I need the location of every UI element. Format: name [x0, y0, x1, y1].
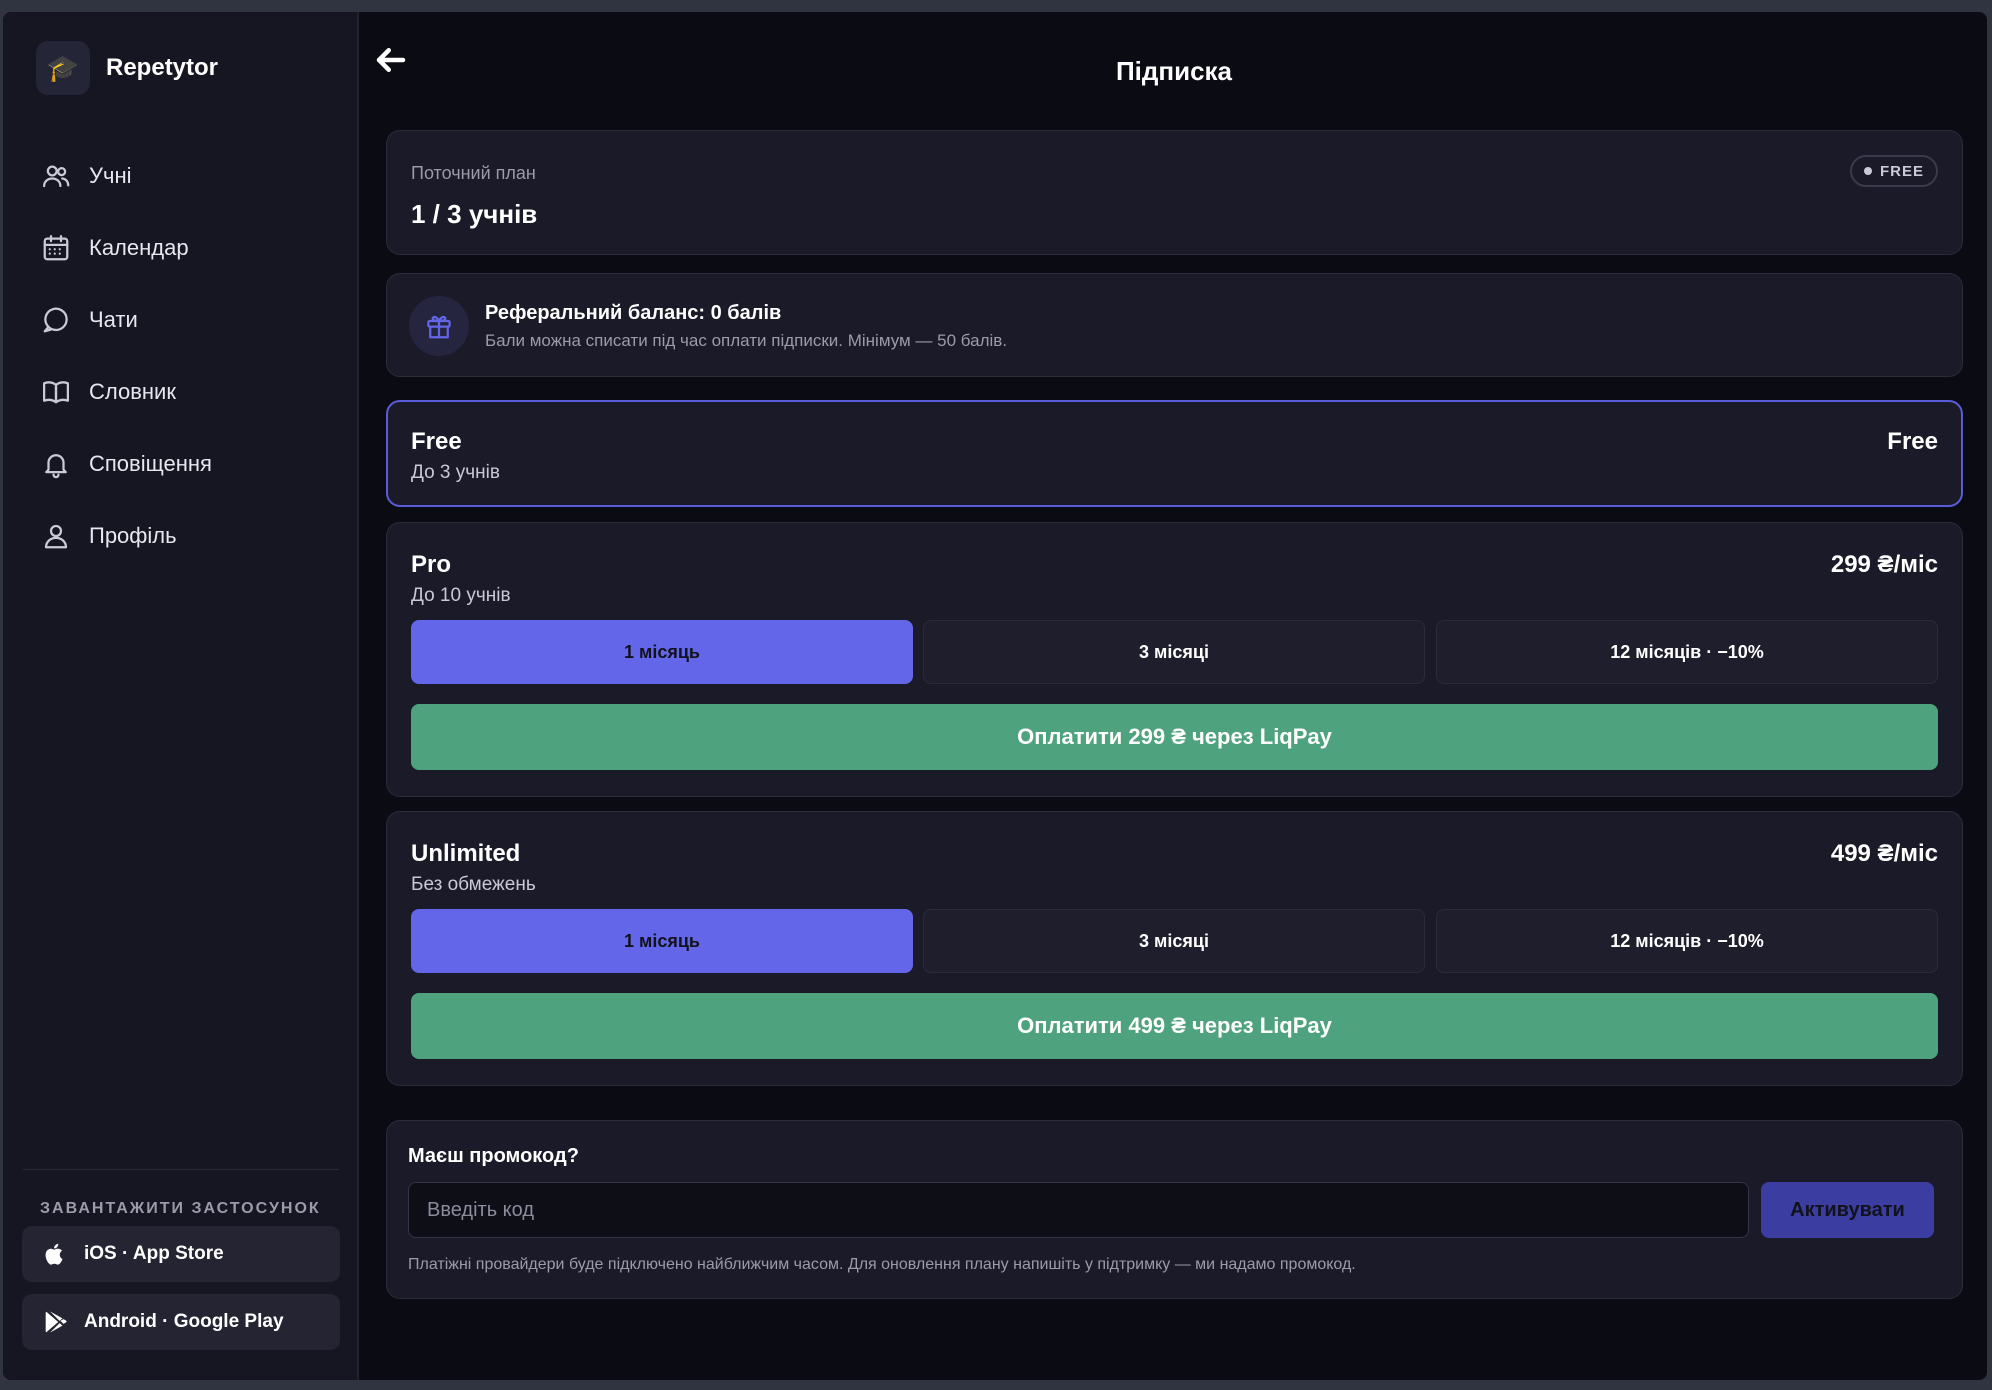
book-icon — [43, 381, 69, 404]
sidebar-nav: Учні Календар Чати Словник Сповіщення Пр… — [3, 140, 357, 572]
sidebar-item-students[interactable]: Учні — [3, 140, 357, 212]
status-dot-icon — [1863, 167, 1872, 175]
current-plan-card: Поточний план 1 / 3 учнів FREE — [386, 130, 1963, 255]
pay-pro-button[interactable]: Оплатити 299 ₴ через LiqPay — [411, 704, 1938, 770]
sidebar-item-dictionary[interactable]: Словник — [3, 356, 357, 428]
graduation-cap-icon: 🎓 — [36, 41, 90, 95]
promo-code-input[interactable] — [408, 1182, 1749, 1238]
calendar-icon — [43, 235, 69, 261]
user-icon — [44, 524, 68, 549]
period-option-1-month[interactable]: 1 місяць — [411, 620, 913, 684]
android-google-play-button[interactable]: Android · Google Play — [22, 1294, 340, 1350]
app-window: 🎓 Repetytor Учні Календар Чати Словник С… — [3, 12, 1987, 1380]
referral-card: Реферальний баланс: 0 балів Бали можна с… — [386, 273, 1963, 377]
brand[interactable]: 🎓 Repetytor — [36, 41, 218, 95]
activate-promo-button[interactable]: Активувати — [1761, 1182, 1934, 1238]
sidebar-item-label: Словник — [89, 379, 176, 404]
promo-note: Платіжні провайдери буде підключено найб… — [408, 1256, 1356, 1273]
current-plan-label: Поточний план — [411, 163, 536, 183]
sidebar-item-chats[interactable]: Чати — [3, 284, 357, 356]
plan-card-pro: Pro До 10 учнів 299 ₴/міс 1 місяць 3 міс… — [386, 522, 1963, 797]
sidebar-item-label: Сповіщення — [89, 451, 212, 476]
chat-icon — [43, 307, 68, 333]
sidebar-item-label: Календар — [89, 235, 189, 260]
app-name: Repetytor — [106, 54, 219, 81]
sidebar-item-label: Учні — [89, 163, 132, 188]
period-option-3-months[interactable]: 3 місяці — [923, 909, 1425, 973]
plan-subtitle: Без обмежень — [411, 874, 536, 895]
plan-status-text: FREE — [1879, 162, 1924, 180]
sidebar-item-profile[interactable]: Профіль — [3, 500, 357, 572]
plan-price: Free — [1887, 428, 1938, 455]
gift-icon — [427, 315, 451, 339]
plan-name: Pro — [411, 551, 452, 578]
promo-title: Маєш промокод? — [408, 1145, 579, 1167]
period-option-1-month[interactable]: 1 місяць — [411, 909, 913, 973]
sidebar-item-calendar[interactable]: Календар — [3, 212, 357, 284]
current-plan-value: 1 / 3 учнів — [411, 199, 538, 229]
plan-card-free[interactable]: Free До 3 учнів Free — [386, 400, 1963, 507]
android-store-label: Android · Google Play — [84, 1311, 284, 1332]
sidebar-item-label: Профіль — [89, 523, 177, 548]
plan-name: Free — [411, 428, 462, 455]
plan-price: 499 ₴/міс — [1830, 840, 1938, 867]
users-icon — [43, 165, 70, 188]
sidebar-item-notifications[interactable]: Сповіщення — [3, 428, 357, 500]
plan-subtitle: До 10 учнів — [411, 585, 511, 606]
referral-balance: Реферальний баланс: 0 балів — [485, 302, 782, 324]
pay-unlimited-button[interactable]: Оплатити 499 ₴ через LiqPay — [411, 993, 1938, 1059]
promo-card: Маєш промокод? Активувати Платіжні прова… — [386, 1120, 1963, 1299]
sidebar: 🎓 Repetytor Учні Календар Чати Словник С… — [3, 12, 359, 1380]
google-play-icon — [45, 1311, 67, 1333]
sidebar-divider — [23, 1169, 339, 1170]
apple-icon — [45, 1243, 63, 1265]
ios-store-label: iOS · App Store — [84, 1243, 224, 1264]
plan-subtitle: До 3 учнів — [411, 462, 500, 483]
main-content: Підписка Поточний план 1 / 3 учнів FREE … — [361, 12, 1987, 1380]
plan-card-unlimited: Unlimited Без обмежень 499 ₴/міс 1 місяц… — [386, 811, 1963, 1086]
period-option-12-months[interactable]: 12 місяців · −10% — [1436, 909, 1938, 973]
period-option-12-months[interactable]: 12 місяців · −10% — [1436, 620, 1938, 684]
ios-app-store-button[interactable]: iOS · App Store — [22, 1226, 340, 1282]
download-app-heading: ЗАВАНТАЖИТИ ЗАСТОСУНОК — [40, 1200, 321, 1217]
period-option-3-months[interactable]: 3 місяці — [923, 620, 1425, 684]
gift-icon-wrapper — [409, 296, 469, 356]
plan-price: 299 ₴/міс — [1830, 551, 1938, 578]
bell-icon — [45, 454, 67, 479]
referral-description: Бали можна списати під час оплати підпис… — [485, 331, 1008, 350]
plan-status-badge: FREE — [1849, 155, 1938, 187]
page-title: Підписка — [1115, 56, 1233, 86]
plan-name: Unlimited — [411, 840, 521, 867]
sidebar-item-label: Чати — [89, 307, 138, 332]
